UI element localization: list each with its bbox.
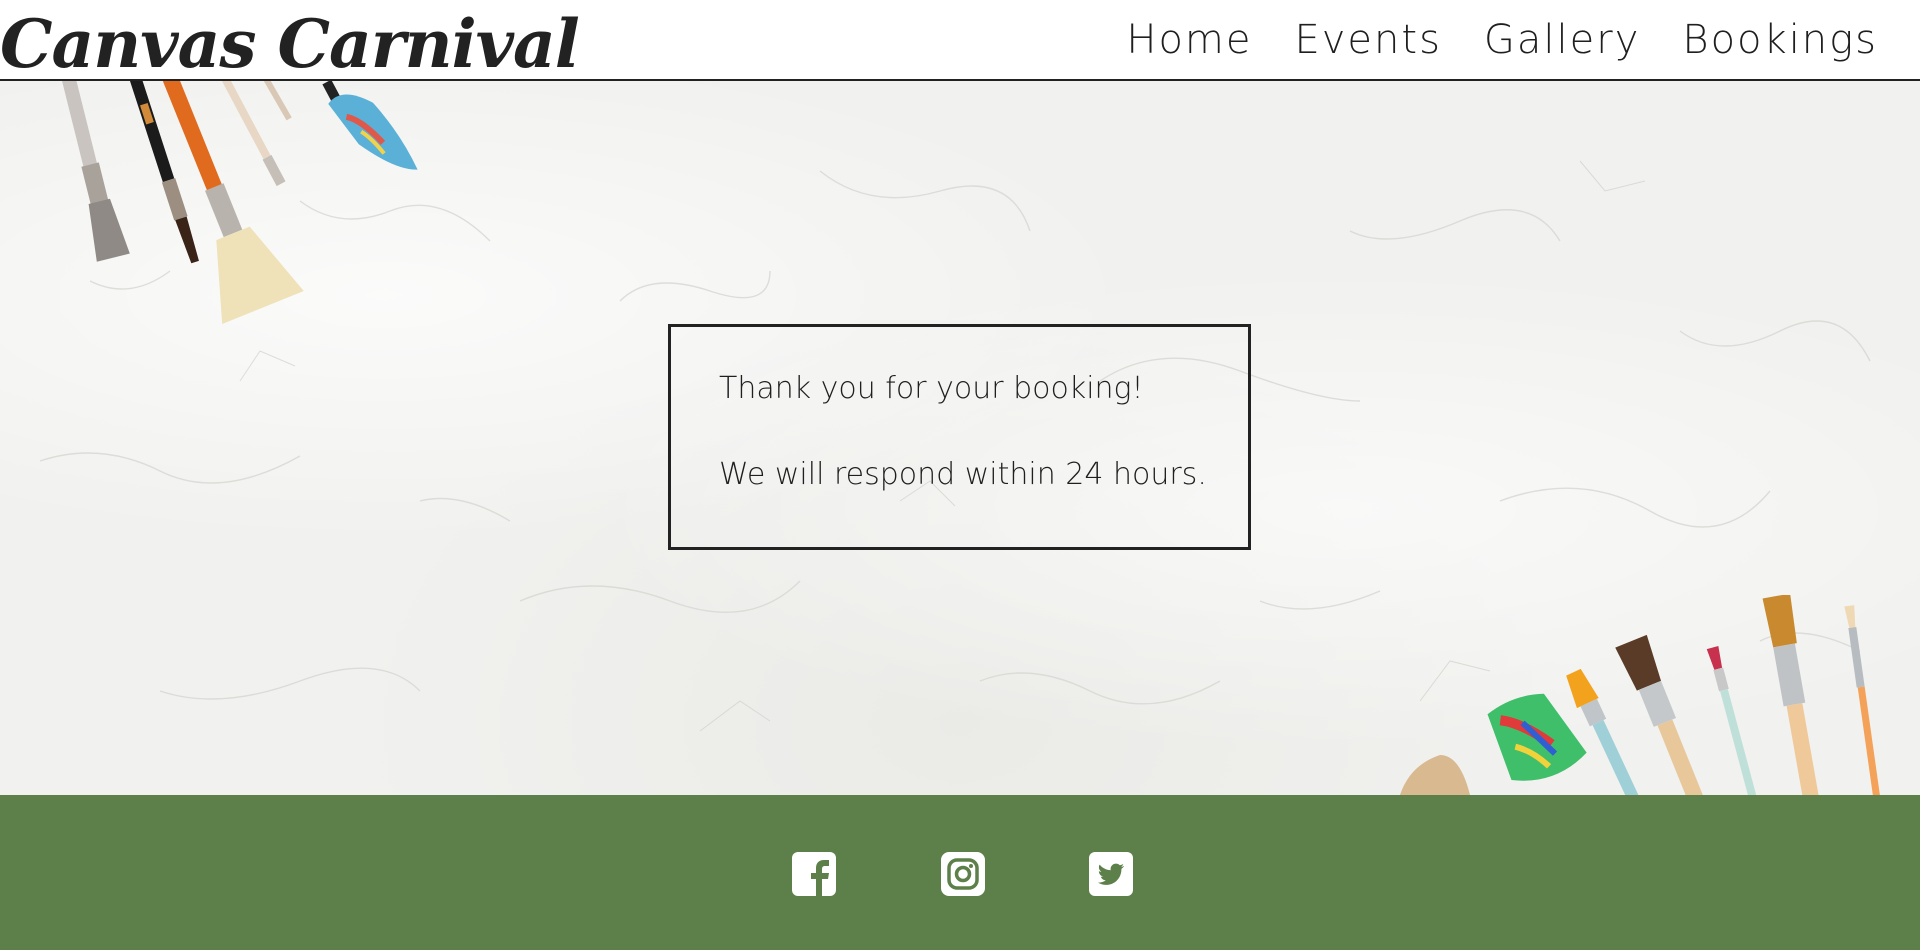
twitter-icon[interactable] — [1088, 851, 1134, 897]
nav-link-gallery[interactable]: Gallery — [1484, 17, 1640, 63]
nav-link-bookings[interactable]: Bookings — [1682, 17, 1878, 63]
nav-link-home[interactable]: Home — [1126, 17, 1252, 63]
paintbrushes-bottom-illustration — [1400, 595, 1882, 795]
twitter-glyph — [1089, 852, 1133, 896]
booking-confirmation-box: Thank you for your booking! We will resp… — [668, 324, 1251, 550]
hero-background: Thank you for your booking! We will resp… — [0, 81, 1920, 795]
main-nav: Home Events Gallery Bookings — [1084, 0, 1878, 79]
facebook-icon[interactable] — [791, 851, 837, 897]
instagram-glyph — [941, 852, 985, 896]
instagram-icon[interactable] — [940, 851, 986, 897]
site-logo[interactable]: Canvas Carnival — [0, 6, 580, 82]
facebook-glyph — [792, 852, 836, 896]
nav-link-events[interactable]: Events — [1294, 17, 1441, 63]
paintbrushes-top-illustration — [62, 81, 418, 325]
response-time-message: We will respond within 24 hours. — [719, 457, 1207, 492]
site-footer — [0, 795, 1920, 950]
site-header: Canvas Carnival Home Events Gallery Book… — [0, 0, 1920, 82]
confirmation-message: Thank you for your booking! — [719, 371, 1144, 406]
